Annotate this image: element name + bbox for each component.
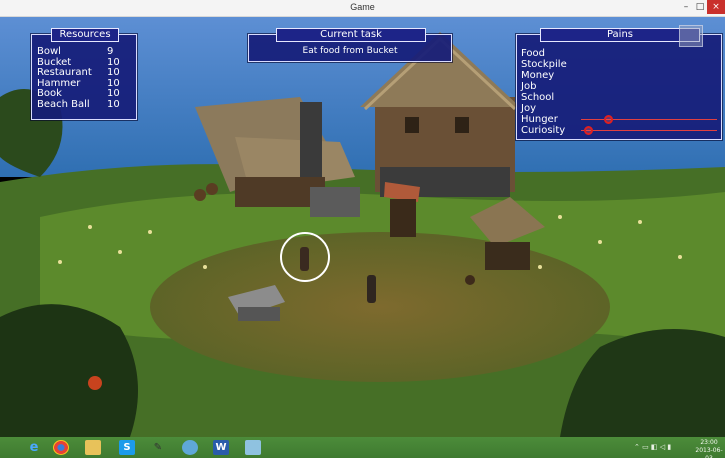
browser-icon[interactable] — [182, 440, 198, 455]
resource-count: 10 — [107, 88, 120, 99]
resource-name: Restaurant — [37, 67, 92, 78]
pains-list: Food Stockpile Money Job School Joy Hung… — [521, 48, 721, 136]
pot — [465, 275, 475, 285]
pain-label: Stockpile — [521, 59, 567, 70]
taskbar: e S ✎ W ⌃ ▭ ◧ ◁ ▮ 23:00 2013-06-03 — [0, 437, 725, 458]
pencil-tool-icon[interactable]: ✎ — [150, 440, 166, 455]
ball[interactable] — [88, 376, 102, 390]
barrel — [206, 183, 218, 195]
current-task-title: Current task — [276, 28, 426, 42]
resource-name: Bowl — [37, 46, 61, 57]
pain-row: Stockpile — [521, 59, 721, 70]
file-explorer-icon[interactable] — [85, 440, 101, 455]
minimize-button[interactable]: – — [679, 0, 693, 14]
resource-name: Beach Ball — [37, 98, 90, 110]
maximize-button[interactable]: □ — [693, 0, 707, 14]
corner-overlay-button[interactable] — [679, 25, 703, 47]
resource-row: Beach Ball 10 — [37, 98, 135, 111]
pain-row: Hunger — [521, 114, 721, 125]
system-tray-icons[interactable]: ⌃ ▭ ◧ ◁ ▮ — [634, 443, 671, 451]
curiosity-slider-knob[interactable] — [583, 126, 593, 135]
resource-name: Bucket — [37, 56, 72, 68]
skype-icon[interactable]: S — [119, 440, 135, 455]
chrome-icon[interactable] — [53, 440, 69, 455]
current-task-panel: Current task Eat food from Bucket — [248, 28, 452, 62]
pain-row: Food — [521, 48, 721, 59]
clock-date: 2013-06-03 — [695, 447, 723, 458]
pain-row: Money — [521, 70, 721, 81]
resource-count: 10 — [107, 98, 120, 110]
resource-count: 10 — [107, 67, 120, 78]
resource-name: Hammer — [37, 77, 81, 89]
resource-name: Book — [37, 88, 62, 99]
word-icon[interactable]: W — [213, 440, 229, 455]
pain-label: Joy — [521, 103, 536, 114]
hunger-slider[interactable] — [581, 115, 717, 124]
pain-label: Money — [521, 70, 555, 81]
hunger-slider-knob[interactable] — [604, 115, 614, 124]
pain-label: Hunger — [521, 114, 558, 125]
clock-time: 23:00 — [700, 439, 718, 446]
curiosity-slider[interactable] — [581, 126, 717, 135]
pain-label: Food — [521, 48, 545, 59]
pains-title: Pains — [540, 28, 700, 42]
pain-row: Joy — [521, 103, 721, 114]
pain-row: Job — [521, 81, 721, 92]
pain-row: School — [521, 92, 721, 103]
pains-panel: Pains Food Stockpile Money Job School Jo… — [516, 28, 722, 140]
villager[interactable] — [367, 275, 376, 303]
pain-label: School — [521, 92, 555, 103]
pain-label: Curiosity — [521, 125, 566, 136]
window-titlebar: Game – □ × — [0, 0, 725, 17]
pain-row: Curiosity — [521, 125, 721, 136]
resources-panel: Resources Bowl 9 Bucket 10 Restaurant 10… — [31, 28, 137, 120]
ie-icon[interactable]: e — [26, 440, 42, 455]
current-task-text: Eat food from Bucket — [302, 46, 398, 56]
dirt-plaza — [150, 232, 610, 382]
resources-title: Resources — [51, 28, 119, 42]
app-icon[interactable] — [245, 440, 261, 455]
villager-selected[interactable] — [300, 247, 309, 271]
resources-list: Bowl 9 Bucket 10 Restaurant 10 Hammer 10… — [37, 46, 135, 111]
pain-label: Job — [521, 81, 537, 92]
resource-count: 9 — [107, 46, 114, 57]
close-button[interactable]: × — [707, 0, 725, 14]
barrel — [194, 189, 206, 201]
taskbar-clock[interactable]: 23:00 2013-06-03 — [695, 439, 723, 458]
window-title: Game — [350, 2, 375, 12]
